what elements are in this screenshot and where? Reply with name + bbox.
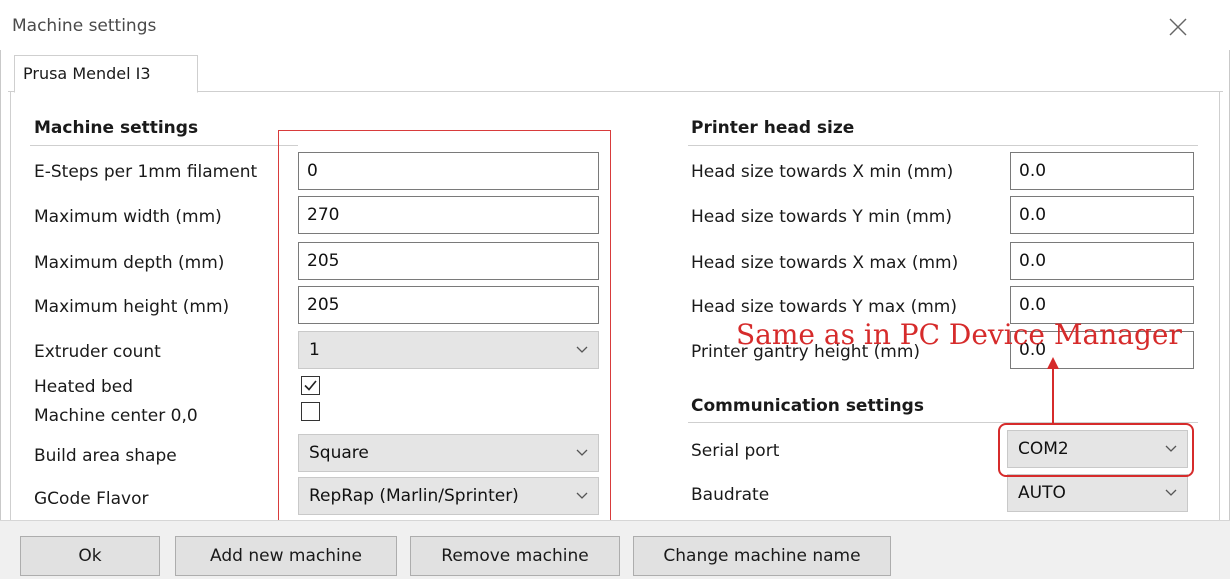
- head-x-min-label: Head size towards X min (mm): [691, 162, 954, 182]
- build-area-shape-value: Square: [309, 443, 369, 463]
- max-depth-input[interactable]: 205: [298, 242, 599, 280]
- head-x-max-label: Head size towards X max (mm): [691, 253, 959, 273]
- serial-port-label: Serial port: [691, 441, 780, 461]
- machine-center-label: Machine center 0,0: [34, 406, 198, 426]
- window-title: Machine settings: [12, 16, 157, 36]
- chevron-down-icon: [1165, 489, 1177, 496]
- extruder-count-label: Extruder count: [34, 342, 161, 362]
- heated-bed-label: Heated bed: [34, 377, 134, 397]
- head-y-max-label: Head size towards Y max (mm): [691, 297, 957, 317]
- max-height-input[interactable]: 205: [298, 286, 599, 324]
- gcode-flavor-value: RepRap (Marlin/Sprinter): [309, 486, 519, 506]
- communication-settings-heading: Communication settings: [691, 396, 924, 416]
- change-machine-name-button[interactable]: Change machine name: [633, 536, 891, 576]
- device-manager-callout: Same as in PC Device Manager: [736, 318, 1182, 351]
- head-x-max-input[interactable]: 0.0: [1010, 242, 1194, 280]
- ok-button[interactable]: Ok: [20, 536, 160, 576]
- chevron-down-icon: [576, 449, 588, 456]
- build-area-shape-label: Build area shape: [34, 446, 177, 466]
- max-height-label: Maximum height (mm): [34, 297, 230, 317]
- add-new-machine-button[interactable]: Add new machine: [175, 536, 397, 576]
- serial-port-value: COM2: [1018, 439, 1069, 459]
- extruder-count-select[interactable]: 1: [298, 331, 599, 369]
- section-divider: [688, 145, 1198, 146]
- printer-head-size-heading: Printer head size: [691, 118, 855, 138]
- chevron-down-icon: [1165, 445, 1177, 452]
- serial-port-select[interactable]: COM2: [1007, 430, 1188, 468]
- arrow-up-icon: [1047, 357, 1059, 425]
- gcode-flavor-label: GCode Flavor: [34, 489, 149, 509]
- baudrate-value: AUTO: [1018, 483, 1066, 503]
- head-y-min-input[interactable]: 0.0: [1010, 196, 1194, 234]
- remove-machine-button[interactable]: Remove machine: [410, 536, 620, 576]
- extruder-count-value: 1: [309, 340, 320, 360]
- head-y-min-label: Head size towards Y min (mm): [691, 207, 952, 227]
- section-divider: [688, 422, 1198, 423]
- checkmark-icon: [304, 380, 317, 391]
- baudrate-label: Baudrate: [691, 485, 770, 505]
- esteps-label: E-Steps per 1mm filament: [34, 162, 258, 182]
- chevron-down-icon: [576, 346, 588, 353]
- esteps-input[interactable]: 0: [298, 152, 599, 190]
- baudrate-select[interactable]: AUTO: [1007, 474, 1188, 512]
- chevron-down-icon: [576, 492, 588, 499]
- build-area-shape-select[interactable]: Square: [298, 434, 599, 472]
- title-bar: [0, 0, 1230, 50]
- max-width-label: Maximum width (mm): [34, 207, 222, 227]
- machine-center-checkbox[interactable]: [301, 402, 320, 421]
- tab-prusa-mendel-i3[interactable]: Prusa Mendel I3: [14, 55, 198, 93]
- machine-settings-heading: Machine settings: [34, 118, 199, 138]
- head-x-min-input[interactable]: 0.0: [1010, 152, 1194, 190]
- section-divider: [30, 145, 298, 146]
- max-depth-label: Maximum depth (mm): [34, 253, 225, 273]
- close-icon[interactable]: [1166, 15, 1190, 39]
- gcode-flavor-select[interactable]: RepRap (Marlin/Sprinter): [298, 477, 599, 515]
- max-width-input[interactable]: 270: [298, 196, 599, 234]
- heated-bed-checkbox[interactable]: [301, 376, 320, 395]
